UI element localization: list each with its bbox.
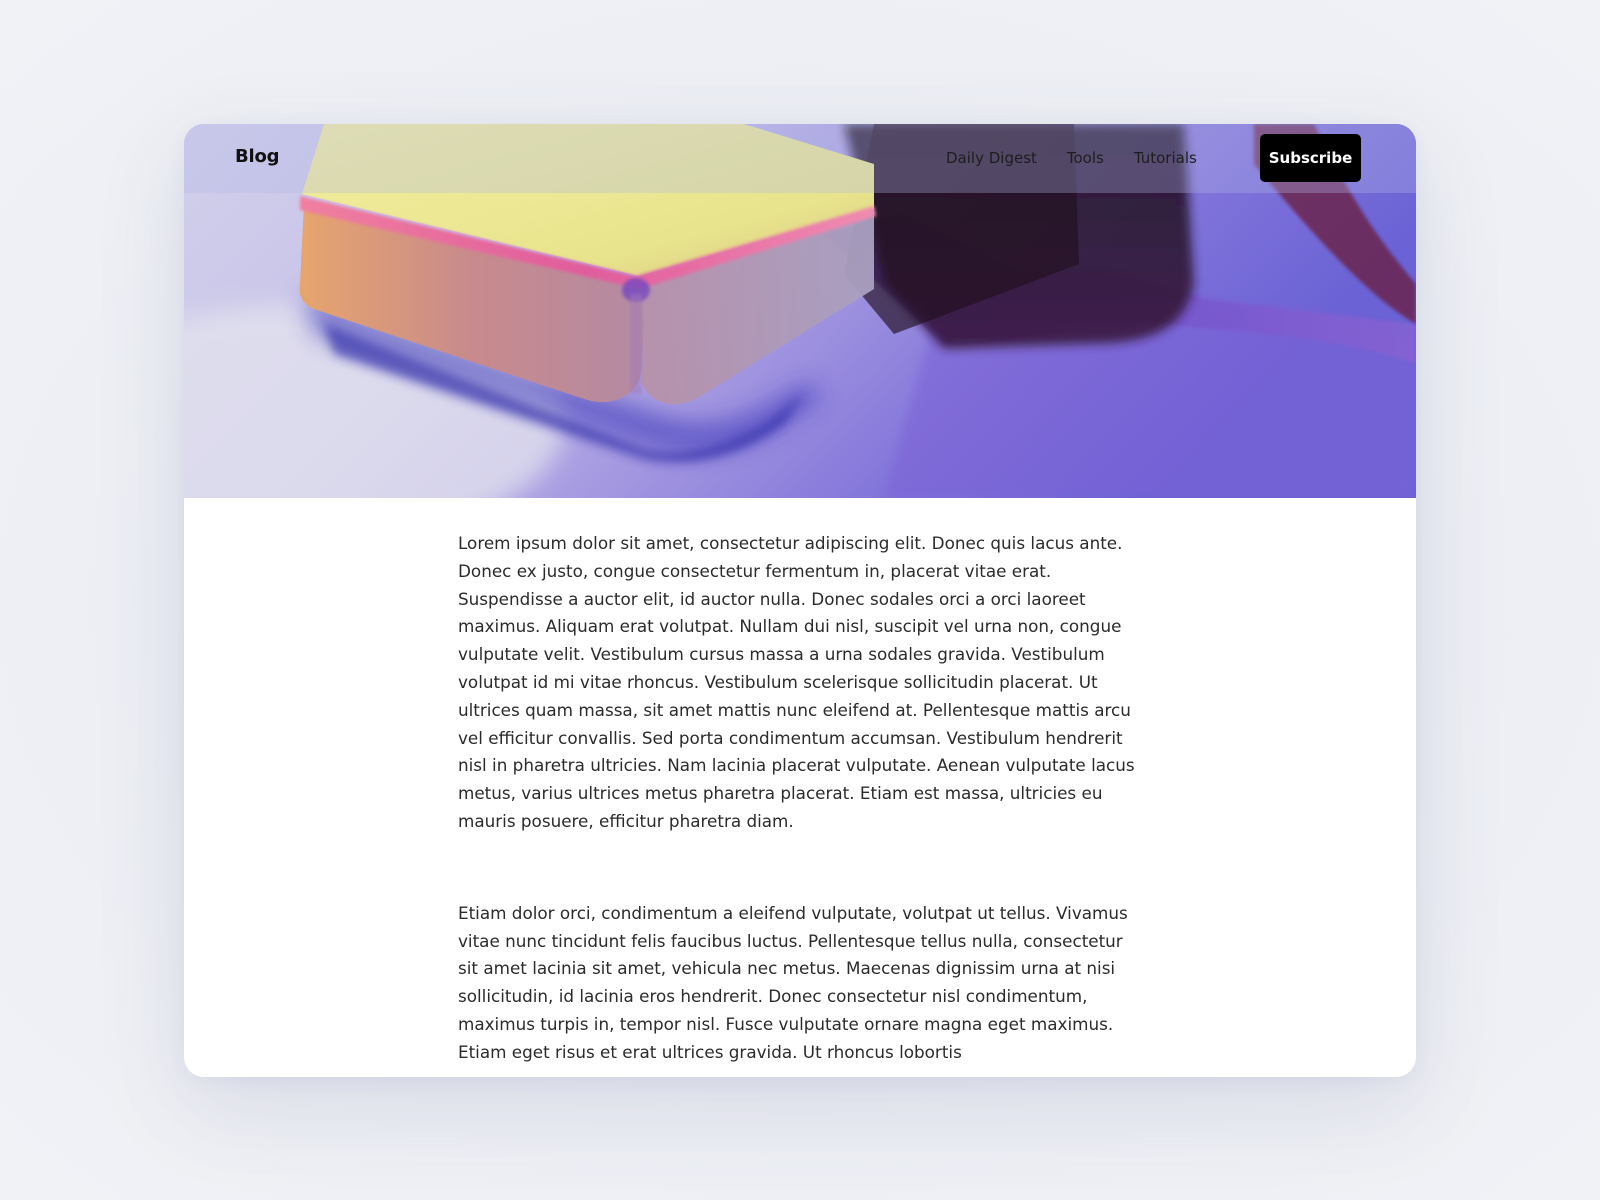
nav-link-tutorials[interactable]: Tutorials	[1134, 149, 1197, 167]
nav-link-daily-digest[interactable]: Daily Digest	[946, 149, 1037, 167]
top-navbar: Blog Daily Digest Tools Tutorials Subscr…	[184, 124, 1416, 193]
article-paragraph: Etiam dolor orci, condimentum a eleifend…	[458, 902, 1128, 1062]
subscribe-button[interactable]: Subscribe	[1260, 134, 1361, 182]
nav-links: Daily Digest Tools Tutorials	[946, 149, 1227, 167]
article-body: Lorem ipsum dolor sit amet, consectetur …	[458, 530, 1144, 1077]
article-paragraph: Lorem ipsum dolor sit amet, consectetur …	[458, 533, 1135, 831]
brand-logo[interactable]: Blog	[235, 146, 280, 167]
blog-window: Blog Daily Digest Tools Tutorials Subscr…	[184, 124, 1416, 1077]
nav-link-tools[interactable]: Tools	[1067, 149, 1104, 167]
